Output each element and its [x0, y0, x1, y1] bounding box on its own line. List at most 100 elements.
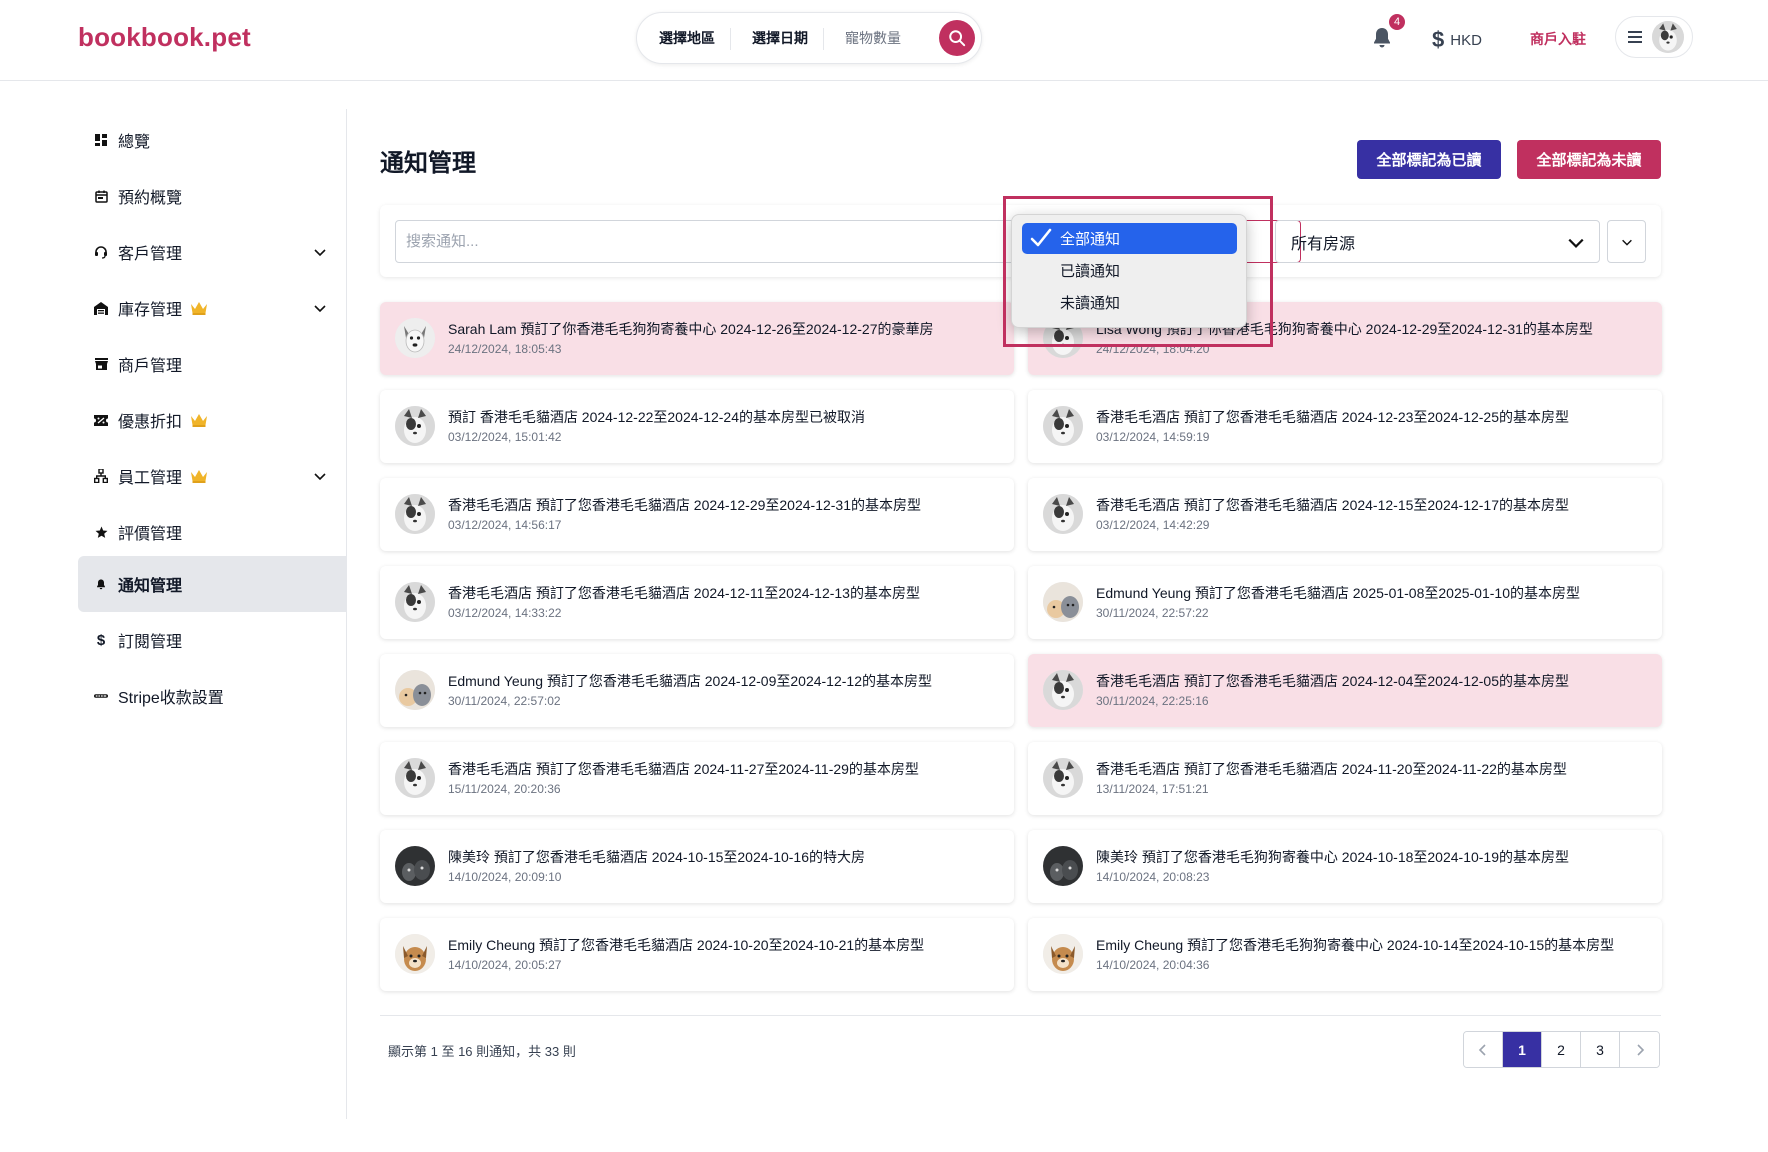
focus-highlight-box [1003, 196, 1273, 347]
sidebar-item-customers[interactable]: 客戶管理 [78, 224, 346, 280]
extra-filter-select[interactable] [1607, 220, 1646, 263]
star-icon [94, 525, 108, 539]
notification-text: 陳美玲 預訂了您香港毛毛狗狗寄養中心 2024-10-18至2024-10-19… [1096, 849, 1570, 865]
pet-count-selector[interactable]: 寵物數量 [845, 28, 901, 48]
chevron-down-icon[interactable] [312, 468, 328, 484]
sidebar-item-subscription[interactable]: $ 訂閱管理 [78, 612, 346, 668]
hamburger-icon [1628, 31, 1642, 43]
mark-all-read-button[interactable]: 全部標記為已讀 [1357, 140, 1501, 179]
cat-avatar [1043, 758, 1083, 798]
notification-card[interactable]: 香港毛毛酒店 預訂了您香港毛毛貓酒店 2024-11-20至2024-11-22… [1028, 742, 1662, 815]
headset-icon [94, 245, 108, 259]
notification-card[interactable]: Emily Cheung 預訂了您香港毛毛貓酒店 2024-10-20至2024… [380, 918, 1014, 991]
pagination: 1 2 3 [1463, 1031, 1660, 1068]
notification-time: 14/10/2024, 20:09:10 [448, 870, 562, 884]
dog-avatar [395, 318, 435, 358]
next-page-button[interactable] [1620, 1032, 1659, 1067]
sidebar-item-label: 商戶管理 [118, 358, 183, 375]
notification-card[interactable]: 陳美玲 預訂了您香港毛毛狗狗寄養中心 2024-10-18至2024-10-19… [1028, 830, 1662, 903]
prev-page-button[interactable] [1464, 1032, 1503, 1067]
sidebar-item-label: 訂閱管理 [118, 634, 183, 651]
top-header: bookbook.pet 選擇地區 選擇日期 寵物數量 4 $ HKD 商戶入駐 [0, 0, 1768, 81]
notification-card[interactable]: 預訂 香港毛毛貓酒店 2024-12-22至2024-12-24的基本房型已被取… [380, 390, 1014, 463]
notification-text: 香港毛毛酒店 預訂了您香港毛毛貓酒店 2024-12-04至2024-12-05… [1096, 673, 1570, 689]
notification-card[interactable]: 香港毛毛酒店 預訂了您香港毛毛貓酒店 2024-12-29至2024-12-31… [380, 478, 1014, 551]
sidebar-item-merchant[interactable]: 商戶管理 [78, 336, 346, 392]
search-button[interactable] [939, 20, 975, 56]
notification-text: 香港毛毛酒店 預訂了您香港毛毛貓酒店 2024-12-23至2024-12-25… [1096, 409, 1570, 425]
calendar-icon [94, 189, 108, 203]
notification-time: 14/10/2024, 20:08:23 [1096, 870, 1210, 884]
list-divider [380, 1015, 1661, 1016]
cat-avatar [395, 758, 435, 798]
sidebar-item-bookings[interactable]: 預約概覽 [78, 168, 346, 224]
notification-card[interactable]: 香港毛毛酒店 預訂了您香港毛毛貓酒店 2024-11-27至2024-11-29… [380, 742, 1014, 815]
notification-time: 14/10/2024, 20:04:36 [1096, 958, 1210, 972]
dollar-icon: $ [96, 631, 106, 649]
notification-text: Edmund Yeung 預訂了您香港毛毛貓酒店 2025-01-08至2025… [1096, 585, 1580, 601]
chevron-down-icon[interactable] [312, 244, 328, 260]
sidebar-item-label: 優惠折扣 [118, 414, 183, 431]
notification-time: 14/10/2024, 20:05:27 [448, 958, 562, 972]
dollar-icon: $ [1432, 27, 1445, 52]
search-divider [730, 28, 731, 50]
sidebar-item-stripe[interactable]: Stripe收款設置 [78, 668, 346, 724]
page-button-1[interactable]: 1 [1503, 1032, 1542, 1067]
notification-text: Sarah Lam 預訂了你香港毛毛狗狗寄養中心 2024-12-26至2024… [448, 321, 934, 337]
sidebar-item-discounts[interactable]: 優惠折扣 [78, 392, 346, 448]
chevron-right-icon [1636, 1043, 1644, 1056]
property-filter-select[interactable]: 所有房源 [1275, 220, 1600, 263]
notification-card[interactable]: 香港毛毛酒店 預訂了您香港毛毛貓酒店 2024-12-23至2024-12-25… [1028, 390, 1662, 463]
crown-icon [191, 470, 208, 483]
date-selector[interactable]: 選擇日期 [752, 28, 808, 48]
notification-time: 03/12/2024, 14:56:17 [448, 518, 562, 532]
crown-icon [191, 414, 208, 427]
notification-card[interactable]: 香港毛毛酒店 預訂了您香港毛毛貓酒店 2024-12-04至2024-12-05… [1028, 654, 1662, 727]
currency-selector[interactable]: $ HKD [1432, 27, 1482, 53]
sidebar-item-notifications[interactable]: 通知管理 [78, 556, 346, 612]
notification-text: 香港毛毛酒店 預訂了您香港毛毛貓酒店 2024-11-20至2024-11-22… [1096, 761, 1567, 777]
notification-card[interactable]: Edmund Yeung 預訂了您香港毛毛貓酒店 2025-01-08至2025… [1028, 566, 1662, 639]
currency-label: HKD [1450, 31, 1482, 49]
notification-card[interactable]: 香港毛毛酒店 預訂了您香港毛毛貓酒店 2024-12-11至2024-12-13… [380, 566, 1014, 639]
sidebar-item-reviews[interactable]: 評價管理 [78, 504, 346, 560]
user-menu-button[interactable] [1615, 16, 1693, 58]
sidebar-item-label: 庫存管理 [118, 302, 183, 319]
mark-all-unread-button[interactable]: 全部標記為未讀 [1517, 140, 1661, 179]
notification-card[interactable]: Edmund Yeung 預訂了您香港毛毛貓酒店 2024-12-09至2024… [380, 654, 1014, 727]
notification-time: 13/11/2024, 17:51:21 [1096, 782, 1209, 796]
page-button-2[interactable]: 2 [1542, 1032, 1581, 1067]
brand-logo[interactable]: bookbook.pet [78, 22, 251, 53]
sidebar-item-label: 通知管理 [118, 578, 183, 595]
sidebar-item-overview[interactable]: 總覽 [78, 112, 346, 168]
notification-time: 03/12/2024, 14:33:22 [448, 606, 562, 620]
chevron-down-icon[interactable] [312, 300, 328, 316]
dark-avatar [1043, 846, 1083, 886]
region-selector[interactable]: 選擇地區 [659, 28, 715, 48]
notification-card[interactable]: Sarah Lam 預訂了你香港毛毛狗狗寄養中心 2024-12-26至2024… [380, 302, 1014, 375]
sidebar-item-label: 員工管理 [118, 470, 183, 487]
stripe-icon [94, 689, 108, 703]
sidebar-item-inventory[interactable]: 庫存管理 [78, 280, 346, 336]
notification-search-input[interactable] [395, 220, 1035, 263]
dark-avatar [395, 846, 435, 886]
notification-text: Emily Cheung 預訂了您香港毛毛貓酒店 2024-10-20至2024… [448, 937, 925, 953]
notification-time: 30/11/2024, 22:57:02 [448, 694, 561, 708]
cat-avatar [395, 406, 435, 446]
sidebar-item-staff[interactable]: 員工管理 [78, 448, 346, 504]
warehouse-icon [94, 301, 108, 315]
search-bar[interactable]: 選擇地區 選擇日期 寵物數量 [636, 12, 982, 64]
store-icon [94, 357, 108, 371]
notification-time: 24/12/2024, 18:05:43 [448, 342, 562, 356]
merchant-signup-link[interactable]: 商戶入駐 [1530, 29, 1586, 49]
notification-card[interactable]: Emily Cheung 預訂了您香港毛毛狗狗寄養中心 2024-10-14至2… [1028, 918, 1662, 991]
org-chart-icon [94, 469, 108, 483]
page-button-3[interactable]: 3 [1581, 1032, 1620, 1067]
sidebar-item-label: 總覽 [118, 134, 151, 151]
cat-avatar [1043, 494, 1083, 534]
notification-count-badge: 4 [1387, 12, 1407, 32]
notification-card[interactable]: 陳美玲 預訂了您香港毛毛貓酒店 2024-10-15至2024-10-16的特大… [380, 830, 1014, 903]
pets-avatar [1043, 582, 1083, 622]
notification-card[interactable]: 香港毛毛酒店 預訂了您香港毛毛貓酒店 2024-12-15至2024-12-17… [1028, 478, 1662, 551]
sidebar: 總覽 預約概覽 客戶管理 庫存管理 商戶管理 優惠折扣 員工管理 評價管理 通知… [0, 109, 347, 1119]
